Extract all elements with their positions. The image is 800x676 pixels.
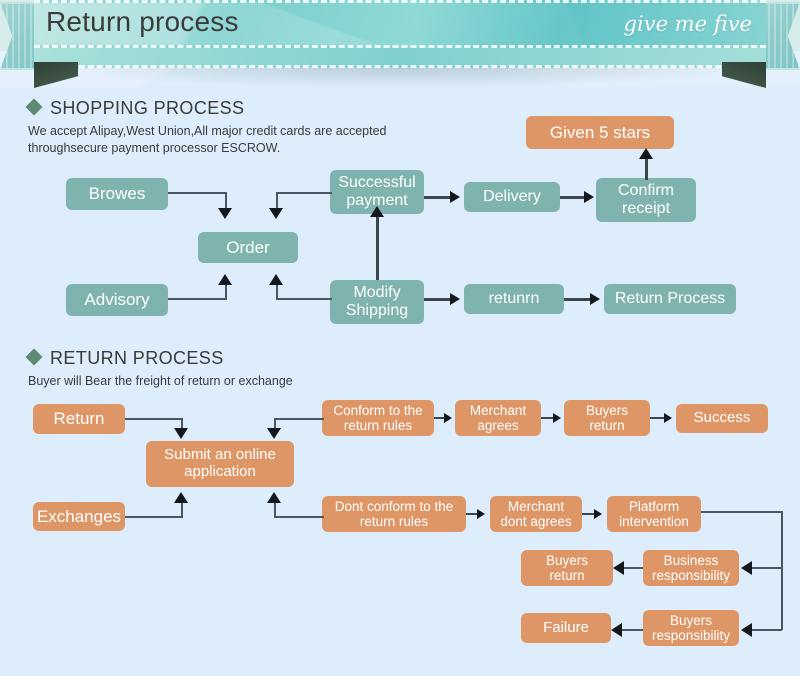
arrow-confirm-stars xyxy=(639,148,653,159)
connector-platform-bus-v xyxy=(781,511,783,630)
node-failure[interactable]: Failure xyxy=(521,613,611,643)
node-business-responsibility[interactable]: Business responsibility xyxy=(643,550,739,586)
connector-returnn-returnprocess xyxy=(564,298,592,301)
connector-delivery-confirm xyxy=(560,196,586,199)
connector-bus-business-h xyxy=(752,567,782,569)
return-heading-label: RETURN PROCESS xyxy=(50,348,224,368)
connector-advisory-order-h xyxy=(168,298,227,300)
connector-confirm-stars-v xyxy=(645,158,648,180)
shopping-description-line1: We accept Alipay,West Union,All major cr… xyxy=(28,124,387,138)
connector-modify-payment-v xyxy=(376,216,379,280)
arrow-dontconform-submit xyxy=(267,492,281,503)
return-section-header: RETURN PROCESS Buyer will Bear the freig… xyxy=(25,348,293,390)
node-exchanges[interactable]: Exchanges xyxy=(33,502,125,531)
connector-bus-buyersresp-h xyxy=(752,629,782,631)
connector-browes-order-h xyxy=(168,192,227,194)
connector-exchanges-submit-v xyxy=(181,502,183,517)
connector-advisory-order-v xyxy=(225,284,227,299)
diamond-bullet-icon-2 xyxy=(25,348,43,366)
arrow-payment-order xyxy=(269,208,283,219)
arrow-exchanges-submit xyxy=(174,492,188,503)
node-merchant-agrees[interactable]: Merchant agrees xyxy=(455,400,541,436)
node-return[interactable]: Return xyxy=(33,404,125,434)
return-heading: RETURN PROCESS xyxy=(25,348,293,369)
connector-payment-delivery xyxy=(424,196,452,199)
arrow-return-submit xyxy=(174,428,188,439)
node-buyers-responsibility[interactable]: Buyers responsibility xyxy=(643,610,739,646)
shopping-heading: SHOPPING PROCESS xyxy=(25,98,387,119)
node-success[interactable]: Success xyxy=(676,404,768,433)
node-browes[interactable]: Browes xyxy=(66,178,168,210)
page-root: Return process give me five SHOPPING PRO… xyxy=(0,0,800,676)
node-modify-shipping[interactable]: Modify Shipping xyxy=(330,280,424,324)
arrow-conform-merchant xyxy=(444,413,452,423)
connector-dontconform-submit-h xyxy=(274,516,324,518)
shopping-description: We accept Alipay,West Union,All major cr… xyxy=(28,123,387,157)
banner-lower-strip xyxy=(34,48,766,68)
arrow-buyers-success xyxy=(664,413,672,423)
node-confirm-receipt[interactable]: Confirm receipt xyxy=(596,178,696,222)
arrow-modify-returnn xyxy=(450,293,460,305)
arrow-modify-payment xyxy=(370,206,384,217)
arrow-delivery-confirm xyxy=(584,191,594,203)
connector-modify-order-h xyxy=(276,298,332,300)
connector-buyersresp-failure xyxy=(622,629,643,631)
banner-drop-shadow xyxy=(58,66,742,88)
brand-logo-text: give me five xyxy=(623,12,752,36)
arrow-merchantdont-platform xyxy=(594,509,602,519)
node-conform-return-rules[interactable]: Conform to the return rules xyxy=(322,400,434,436)
node-given-5-stars[interactable]: Given 5 stars xyxy=(526,116,674,149)
arrow-returnn-returnprocess xyxy=(590,293,600,305)
shopping-section-header: SHOPPING PROCESS We accept Alipay,West U… xyxy=(25,98,387,157)
node-buyers-return-top[interactable]: Buyers return xyxy=(564,400,650,436)
connector-payment-order-h xyxy=(276,192,332,194)
connector-business-buyersreturn xyxy=(624,567,643,569)
connector-conform-submit-h xyxy=(274,418,324,420)
node-merchant-dont-agrees[interactable]: Merchant dont agrees xyxy=(490,496,582,532)
page-title: Return process xyxy=(46,6,239,37)
arrow-business-buyersreturn xyxy=(613,561,624,575)
page-banner: Return process give me five xyxy=(0,0,800,88)
arrow-payment-delivery xyxy=(450,191,460,203)
connector-modify-returnn xyxy=(424,298,452,301)
arrow-bus-business xyxy=(741,561,752,575)
arrow-modify-order xyxy=(269,274,283,285)
node-order[interactable]: Order xyxy=(198,232,298,263)
arrow-merchant-buyers xyxy=(553,413,561,423)
connector-return-submit-h xyxy=(125,418,183,420)
return-description: Buyer will Bear the freight of return or… xyxy=(28,374,293,388)
arrow-bus-buyersresp xyxy=(741,623,752,637)
node-return-process[interactable]: Return Process xyxy=(604,284,736,314)
node-buyers-return-bottom[interactable]: Buyers return xyxy=(521,550,613,586)
node-returnn[interactable]: retunrn xyxy=(464,284,564,314)
connector-modify-order-v xyxy=(276,284,278,299)
connector-exchanges-submit-h xyxy=(125,516,183,518)
arrow-conform-submit xyxy=(267,428,281,439)
shopping-heading-label: SHOPPING PROCESS xyxy=(50,98,245,118)
arrow-dontconform-merchantdont xyxy=(477,509,485,519)
arrow-advisory-order xyxy=(218,274,232,285)
node-delivery[interactable]: Delivery xyxy=(464,182,560,212)
connector-dontconform-submit-v xyxy=(274,502,276,517)
node-submit-online-application[interactable]: Submit an online application xyxy=(146,441,294,487)
node-advisory[interactable]: Advisory xyxy=(66,284,168,316)
arrow-browes-order xyxy=(218,208,232,219)
node-dont-conform-return-rules[interactable]: Dont conform to the return rules xyxy=(322,496,466,532)
shopping-description-line2: throughsecure payment processor ESCROW. xyxy=(28,141,281,155)
node-platform-intervention[interactable]: Platform intervention xyxy=(607,496,701,532)
arrow-buyersresp-failure xyxy=(611,623,622,637)
connector-platform-bus-h xyxy=(701,511,783,513)
diamond-bullet-icon xyxy=(25,98,43,116)
